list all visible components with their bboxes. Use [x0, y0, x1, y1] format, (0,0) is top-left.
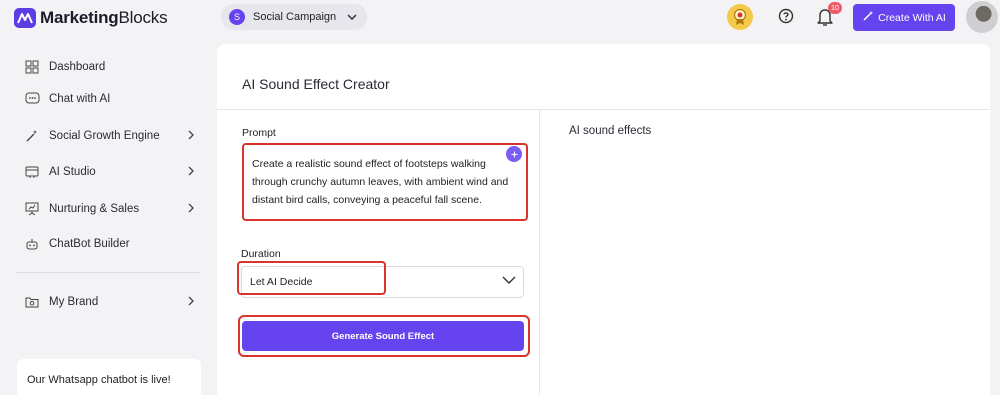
help-icon[interactable]	[778, 8, 794, 27]
presentation-icon	[24, 201, 40, 217]
magic-wand-icon	[862, 10, 874, 25]
sidebar-item-label: My Brand	[49, 296, 99, 308]
sidebar-item-label: AI Studio	[49, 166, 96, 178]
chevron-down-icon[interactable]	[502, 276, 516, 288]
workspace-selector[interactable]: S Social Campaign	[221, 4, 367, 30]
prompt-textarea[interactable]: Create a realistic sound effect of foots…	[242, 143, 528, 221]
user-avatar[interactable]	[966, 1, 998, 33]
results-title: AI sound effects	[569, 125, 652, 137]
promo-text: Our Whatsapp chatbot is live!	[27, 374, 171, 386]
brand-folder-icon	[24, 294, 40, 310]
chevron-down-icon	[347, 12, 357, 24]
studio-icon	[24, 164, 40, 180]
magic-wand-icon	[24, 128, 40, 144]
top-bar: MarketingBlocks S Social Campaign 10 Cre…	[0, 0, 1000, 36]
sidebar-item-label: Nurturing & Sales	[49, 203, 140, 215]
sidebar: Dashboard Chat with AI Social Growth Eng…	[0, 36, 212, 395]
sidebar-item-label: ChatBot Builder	[49, 238, 130, 250]
sidebar-item-my-brand[interactable]: My Brand	[24, 291, 194, 313]
panel-divider	[539, 110, 540, 395]
enhance-prompt-icon[interactable]	[506, 146, 522, 162]
prompt-label: Prompt	[242, 127, 276, 139]
notification-count-badge: 10	[828, 2, 842, 14]
chevron-right-icon	[187, 166, 194, 179]
workspace-avatar: S	[229, 9, 245, 25]
sidebar-item-social-growth-engine[interactable]: Social Growth Engine	[24, 125, 194, 147]
create-with-ai-label: Create With AI	[878, 11, 946, 24]
sidebar-item-chat-with-ai[interactable]: Chat with AI	[24, 88, 194, 110]
duration-value: Let AI Decide	[250, 276, 313, 288]
create-with-ai-button[interactable]: Create With AI	[853, 4, 955, 31]
duration-label: Duration	[241, 248, 281, 260]
card-divider	[217, 109, 990, 110]
prompt-text: Create a realistic sound effect of foots…	[252, 158, 509, 206]
chevron-right-icon	[187, 203, 194, 216]
generate-sound-effect-button[interactable]: Generate Sound Effect	[242, 321, 524, 351]
sidebar-item-label: Chat with AI	[49, 93, 111, 105]
sidebar-item-dashboard[interactable]: Dashboard	[24, 56, 194, 78]
chevron-right-icon	[187, 130, 194, 143]
robot-icon	[24, 236, 40, 252]
chevron-right-icon	[187, 296, 194, 309]
logo-mark-icon	[14, 8, 36, 28]
sidebar-item-label: Dashboard	[49, 61, 106, 73]
sidebar-item-ai-studio[interactable]: AI Studio	[24, 161, 194, 183]
sidebar-item-chatbot-builder[interactable]: ChatBot Builder	[24, 233, 194, 255]
sidebar-item-label: Social Growth Engine	[49, 130, 160, 142]
sidebar-divider	[16, 272, 200, 273]
brand-logo[interactable]: MarketingBlocks	[14, 7, 168, 29]
award-badge-icon[interactable]	[727, 4, 753, 30]
grid-icon	[24, 59, 40, 75]
brand-name: MarketingBlocks	[40, 8, 168, 27]
chat-icon	[24, 91, 40, 107]
workspace-name: Social Campaign	[253, 11, 337, 23]
whatsapp-promo[interactable]: Our Whatsapp chatbot is live!	[17, 359, 201, 395]
page-title: AI Sound Effect Creator	[242, 76, 390, 92]
sidebar-item-nurturing-sales[interactable]: Nurturing & Sales	[24, 198, 194, 220]
